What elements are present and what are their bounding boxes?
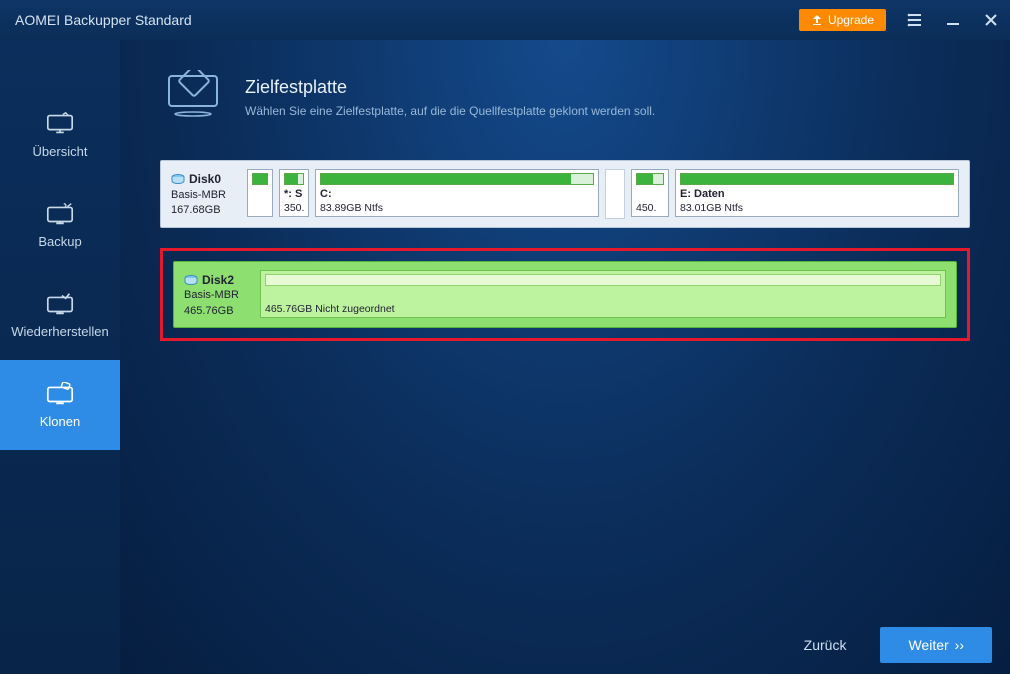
menu-icon[interactable] xyxy=(906,11,924,29)
titlebar: AOMEI Backupper Standard Upgrade xyxy=(0,0,1010,40)
clone-icon xyxy=(45,382,75,406)
next-button[interactable]: Weiter ›› xyxy=(880,627,992,663)
app-title: AOMEI Backupper Standard xyxy=(15,12,192,28)
disk2-info: Disk2 Basis-MBR 465.76GB xyxy=(184,270,254,320)
sidebar-item-clone[interactable]: Klonen xyxy=(0,360,120,450)
sidebar-item-backup[interactable]: Backup xyxy=(0,180,120,270)
disk2-row[interactable]: Disk2 Basis-MBR 465.76GB 465.76GB Nicht … xyxy=(173,261,957,329)
disk-icon xyxy=(184,275,198,285)
sidebar-item-label: Wiederherstellen xyxy=(11,324,109,339)
disk2-partition-unallocated[interactable]: 465.76GB Nicht zugeordnet xyxy=(260,270,946,318)
upgrade-icon xyxy=(811,14,823,26)
disk0-row[interactable]: Disk0 Basis-MBR 167.68GB *: S 350. C: 83… xyxy=(160,160,970,228)
sidebar-item-overview[interactable]: Übersicht xyxy=(0,90,120,180)
target-disk-icon xyxy=(160,70,225,125)
selected-highlight: Disk2 Basis-MBR 465.76GB 465.76GB Nicht … xyxy=(160,248,970,342)
disk0-partition-c[interactable]: C: 83.89GB Ntfs xyxy=(315,169,599,217)
page-header: Zielfestplatte Wählen Sie eine Zielfestp… xyxy=(160,70,970,125)
main-panel: Zielfestplatte Wählen Sie eine Zielfestp… xyxy=(120,40,1010,674)
disk-icon xyxy=(171,174,185,184)
minimize-icon[interactable] xyxy=(944,11,962,29)
disk0-partition-3[interactable]: 450. xyxy=(631,169,669,217)
monitor-icon xyxy=(45,112,75,136)
upgrade-label: Upgrade xyxy=(828,13,874,27)
sidebar: Übersicht Backup Wiederherstellen Klonen xyxy=(0,40,120,674)
back-button[interactable]: Zurück xyxy=(782,627,869,663)
footer: Zurück Weiter ›› xyxy=(120,616,1010,674)
sidebar-item-restore[interactable]: Wiederherstellen xyxy=(0,270,120,360)
sidebar-item-label: Backup xyxy=(38,234,81,249)
backup-icon xyxy=(45,202,75,226)
sidebar-item-label: Übersicht xyxy=(33,144,88,159)
page-title: Zielfestplatte xyxy=(245,77,655,98)
upgrade-button[interactable]: Upgrade xyxy=(799,9,886,31)
disk0-partition-1[interactable]: *: S 350. xyxy=(279,169,309,217)
chevron-right-icon: ›› xyxy=(955,637,964,653)
restore-icon xyxy=(45,292,75,316)
disk0-partition-e[interactable]: E: Daten 83.01GB Ntfs xyxy=(675,169,959,217)
close-icon[interactable] xyxy=(982,11,1000,29)
disk0-gap xyxy=(605,169,625,219)
page-subtitle: Wählen Sie eine Zielfestplatte, auf die … xyxy=(245,104,655,118)
sidebar-item-label: Klonen xyxy=(40,414,80,429)
disk0-info: Disk0 Basis-MBR 167.68GB xyxy=(171,169,241,219)
disk0-partition-0[interactable] xyxy=(247,169,273,217)
